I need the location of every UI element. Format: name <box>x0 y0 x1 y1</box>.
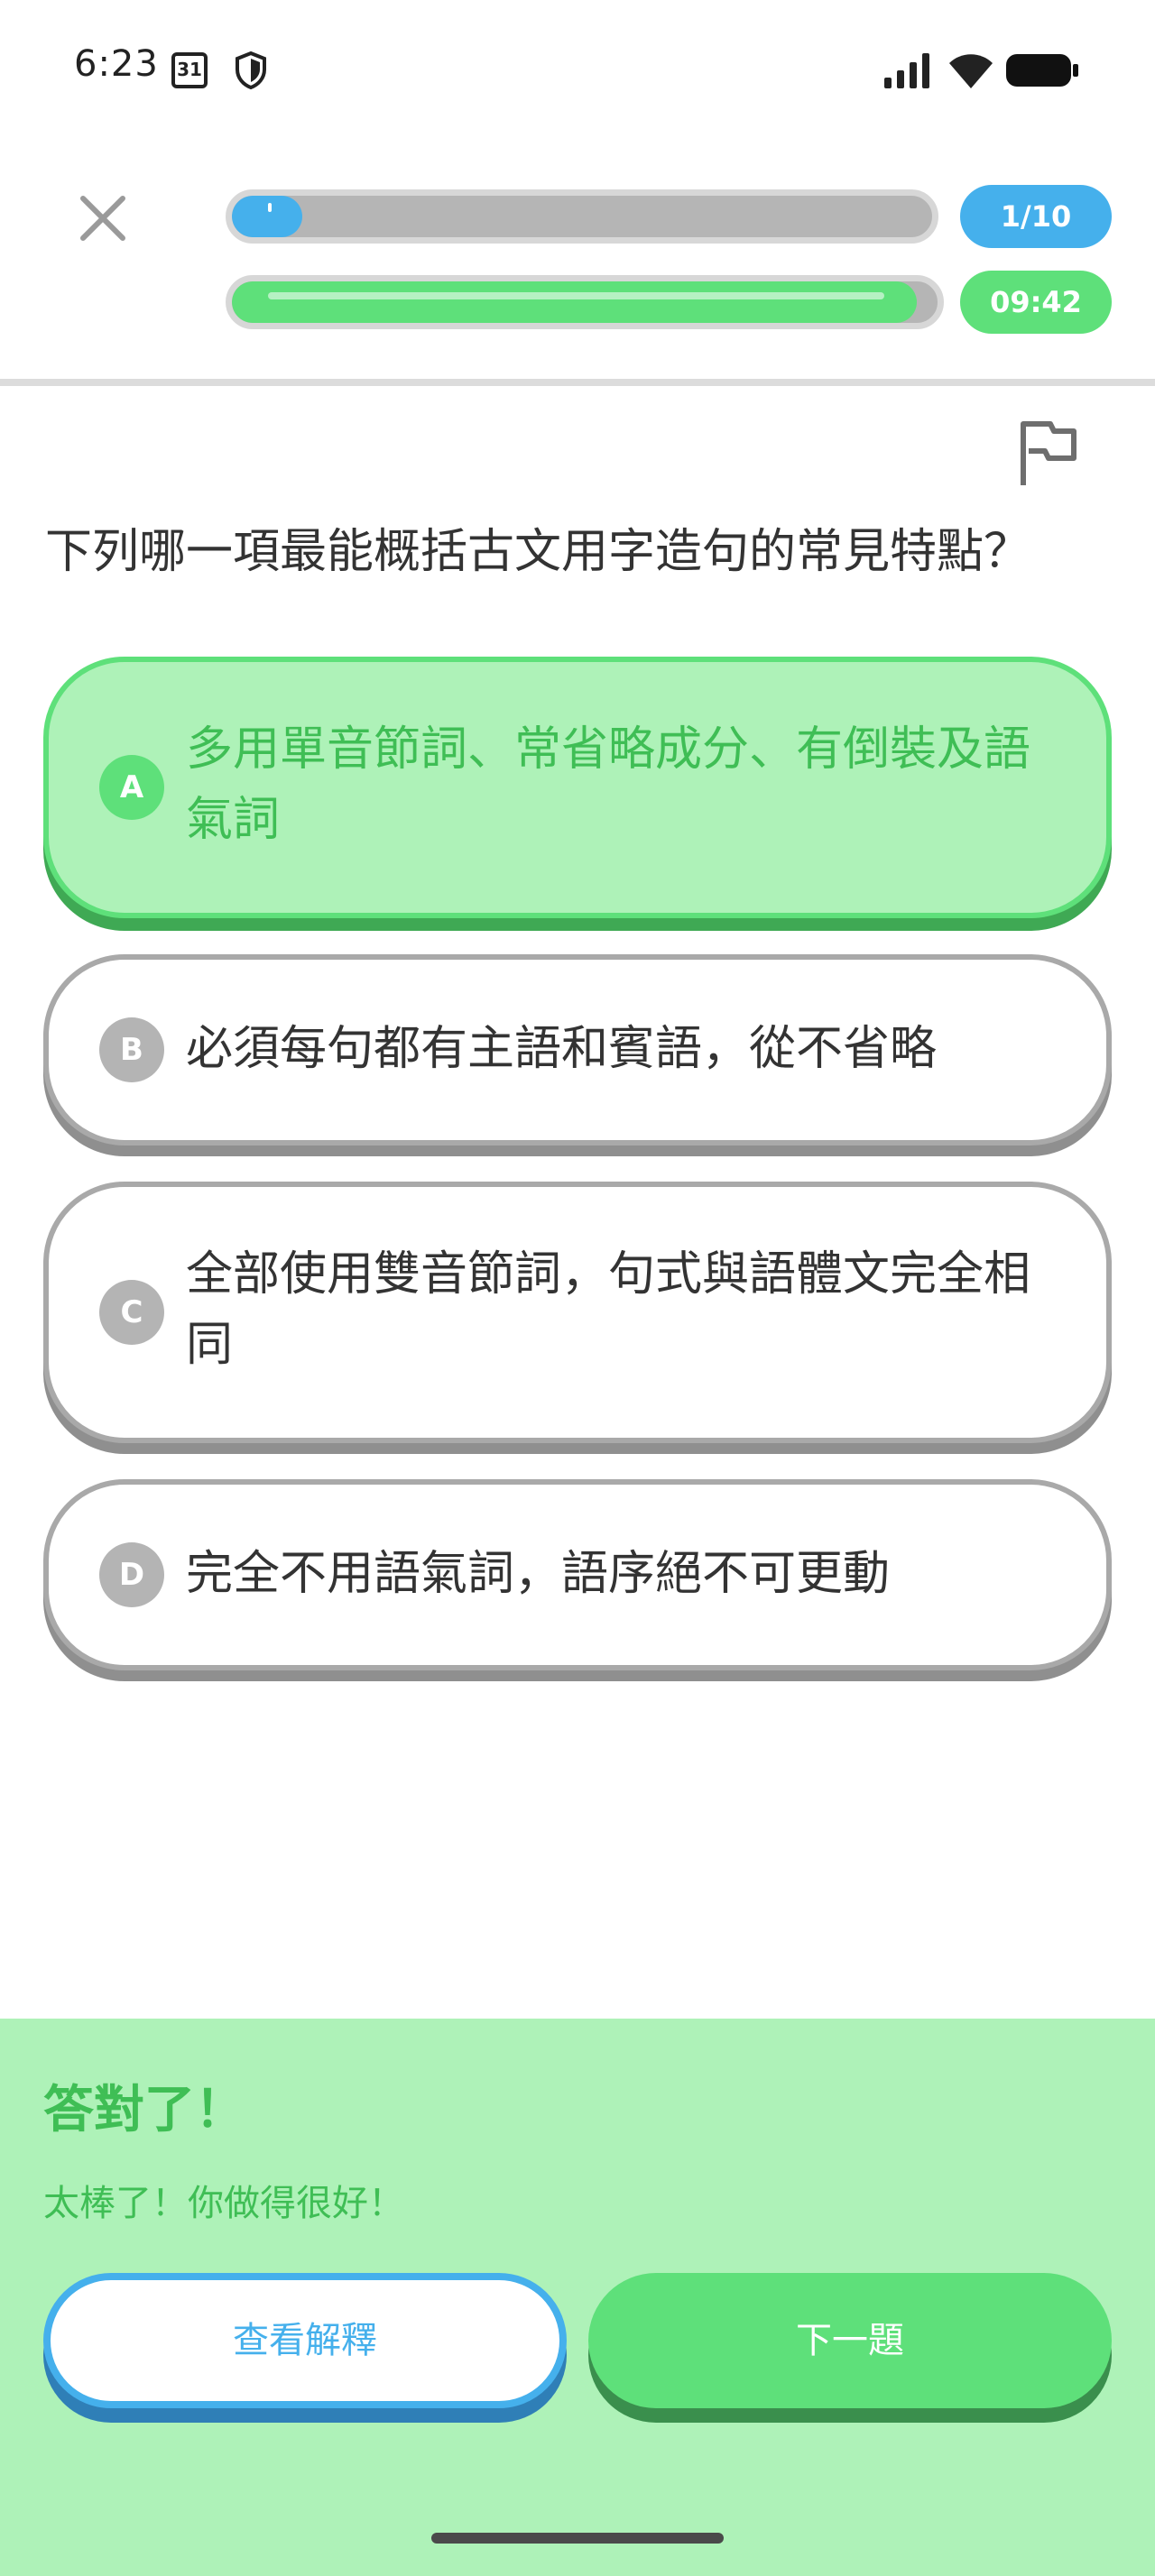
feedback-title: 答對了！ <box>43 2081 245 2139</box>
option-c-text: 全部使用雙音節詞，句式與語體文完全相同 <box>186 1247 1031 1372</box>
header-divider <box>0 379 1155 386</box>
calendar-icon: 31 <box>171 52 208 88</box>
timer-badge: 09:42 <box>960 271 1112 334</box>
battery-icon <box>1006 54 1078 87</box>
shield-icon <box>236 51 266 90</box>
next-question-button[interactable]: 下一題 <box>588 2273 1112 2408</box>
option-d-text: 完全不用語氣詞，語序絕不可更動 <box>186 1547 891 1601</box>
option-b-text: 必須每句都有主語和賓語，從不省略 <box>186 1022 938 1076</box>
status-bar: 6:23 31 <box>0 0 1155 135</box>
feedback-panel: 答對了！ 太棒了！你做得很好！ 查看解釋 下一題 <box>0 2019 1155 2576</box>
option-d-badge: D <box>99 1542 164 1607</box>
option-a-text: 多用單音節詞、常省略成分、有倒裝及語氣詞 <box>186 722 1031 847</box>
feedback-subtitle: 太棒了！你做得很好！ <box>43 2183 404 2224</box>
view-explanation-button[interactable]: 查看解釋 <box>43 2273 567 2408</box>
status-time: 6:23 <box>74 43 159 85</box>
question-progress-fill <box>232 196 302 237</box>
option-b[interactable]: B 必須每句都有主語和賓語，從不省略 <box>43 954 1112 1145</box>
home-indicator[interactable] <box>431 2533 724 2544</box>
question-text: 下列哪一項最能概括古文用字造句的常見特點？ <box>45 525 1031 579</box>
option-a[interactable]: A 多用單音節詞、常省略成分、有倒裝及語氣詞 <box>43 657 1112 918</box>
signal-icon <box>884 53 929 88</box>
question-progress-bar <box>226 189 938 244</box>
option-b-badge: B <box>99 1017 164 1082</box>
option-d[interactable]: D 完全不用語氣詞，語序絕不可更動 <box>43 1479 1112 1670</box>
close-icon[interactable] <box>76 191 130 245</box>
timer-bar <box>226 275 944 329</box>
option-a-badge: A <box>99 755 164 820</box>
timer-fill <box>232 281 917 323</box>
option-c[interactable]: C 全部使用雙音節詞，句式與語體文完全相同 <box>43 1182 1112 1443</box>
question-counter: 1/10 <box>960 185 1112 248</box>
flag-icon[interactable] <box>1016 419 1079 487</box>
wifi-icon <box>949 54 993 88</box>
option-c-badge: C <box>99 1280 164 1345</box>
